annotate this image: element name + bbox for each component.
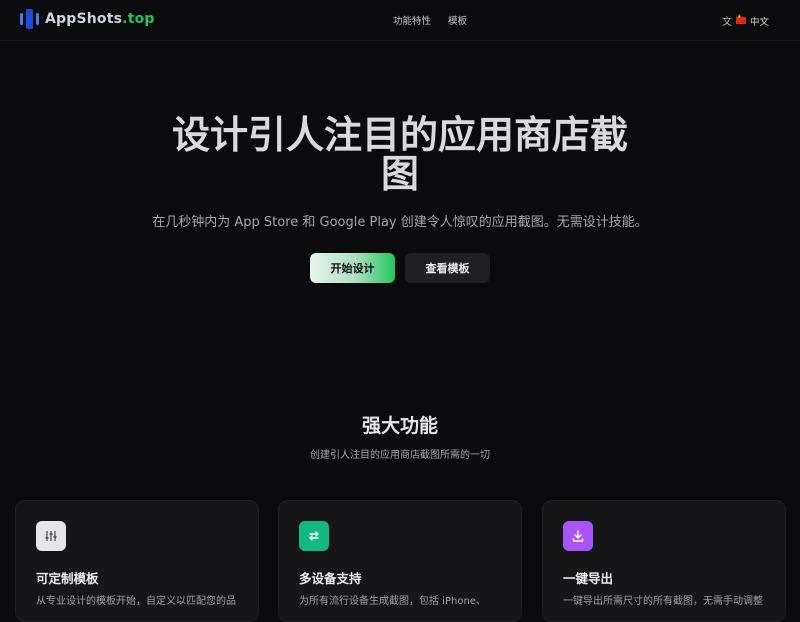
hero-title-line2: 图	[380, 152, 419, 196]
features-title: 强大功能	[361, 415, 438, 437]
start-design-button[interactable]: 开始设计	[310, 253, 395, 283]
feature-title: 一键导出	[563, 571, 614, 586]
nav-templates-link[interactable]: 模板	[448, 13, 467, 27]
feature-card-templates: 可定制模板 从专业设计的模板开始，自定义以匹配您的品	[15, 500, 259, 622]
feature-title: 可定制模板	[36, 571, 99, 586]
swap-icon	[299, 521, 329, 551]
top-nav: AppShots.top 功能特性 模板 文 中文	[0, 0, 800, 41]
features-subtitle: 创建引人注目的应用商店截图所需的一切	[310, 450, 490, 461]
hero-subtitle: 在几秒钟内为 App Store 和 Google Play 创建令人惊叹的应用…	[152, 215, 648, 230]
hero-title: 设计引人注目的应用商店截 图	[150, 116, 650, 194]
view-templates-button[interactable]: 查看模板	[405, 253, 490, 283]
brand-main: AppShots	[45, 11, 123, 27]
logo-icon	[20, 9, 39, 29]
feature-title: 多设备支持	[299, 571, 362, 586]
brand-name: AppShots.top	[45, 11, 155, 27]
feature-card-devices: 多设备支持 为所有流行设备生成截图，包括 iPhone、	[278, 500, 522, 622]
language-switcher[interactable]: 文 中文	[722, 13, 769, 28]
logo[interactable]: AppShots.top	[20, 9, 155, 29]
china-flag-icon	[735, 14, 746, 24]
hero-title-line1: 设计引人注目的应用商店截	[171, 113, 628, 157]
sliders-icon	[36, 521, 66, 551]
translate-icon: 文	[721, 17, 732, 28]
download-icon	[563, 521, 593, 551]
brand-tld: .top	[122, 11, 155, 27]
feature-card-export: 一键导出 一键导出所需尺寸的所有截图，无需手动调整	[542, 500, 786, 622]
nav-menu: 功能特性 模板	[393, 13, 467, 27]
language-label: 中文	[749, 16, 769, 28]
nav-features-link[interactable]: 功能特性	[393, 13, 431, 27]
